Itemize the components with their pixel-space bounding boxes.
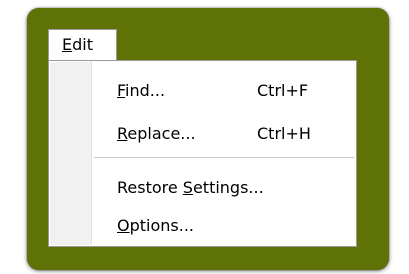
menu-edit-label: dit [72,35,93,54]
options-mnemonic: O [117,216,130,235]
replace-mnemonic: R [117,124,128,143]
restore-settings-mnemonic: S [182,178,193,197]
restore-settings-label-start: Restore [117,178,183,197]
restore-settings-label-end: ettings... [192,178,264,197]
replace-shortcut: Ctrl+H [257,124,311,143]
find-shortcut: Ctrl+F [257,81,309,100]
menu-icon-gutter [50,62,92,245]
menu-edit[interactable]: Edit [48,29,117,61]
menu-separator [94,157,354,158]
menu-item-find[interactable]: Find... [117,81,165,100]
edit-dropdown-menu: Find... Ctrl+F Replace... Ctrl+H Restore… [48,60,357,247]
replace-label: eplace... [127,124,196,143]
menu-item-replace[interactable]: Replace... [117,124,196,143]
options-label: ptions... [129,216,194,235]
menu-edit-mnemonic: E [62,35,73,54]
find-mnemonic: F [117,81,126,100]
find-label: ind... [125,81,166,100]
menu-item-restore-settings[interactable]: Restore Settings... [117,178,264,197]
menu-item-options[interactable]: Options... [117,216,194,235]
